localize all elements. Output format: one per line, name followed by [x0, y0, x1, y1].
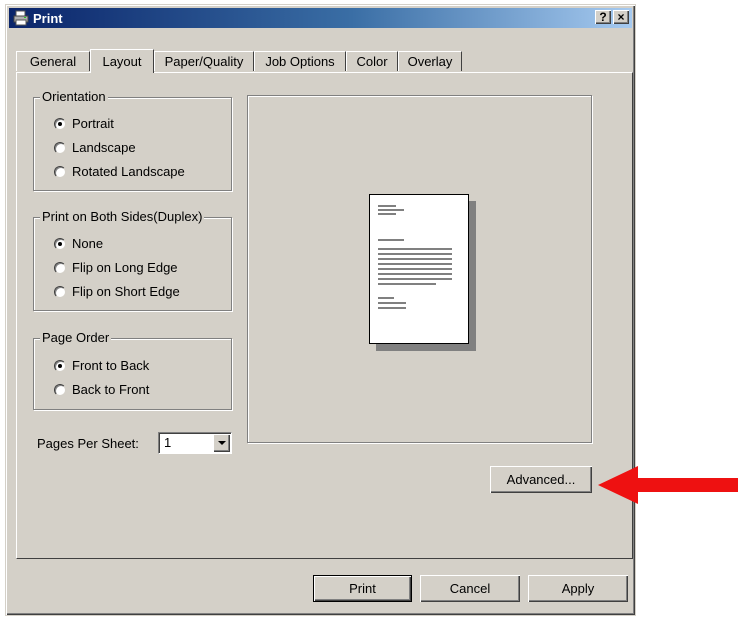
page-preview-icon [369, 194, 469, 344]
tab-job-options[interactable]: Job Options [254, 51, 346, 71]
orientation-legend: Orientation [40, 89, 108, 105]
radio-landscape[interactable]: Landscape [54, 138, 136, 158]
tab-paper-quality[interactable]: Paper/Quality [154, 51, 254, 71]
radio-button[interactable] [54, 166, 66, 178]
page-order-legend: Page Order [40, 330, 112, 346]
printer-icon [13, 10, 29, 26]
radio-label: Back to Front [72, 382, 150, 397]
red-arrow-icon [598, 466, 738, 504]
page-order-group: Page Order Front to Back Back to Front [33, 330, 232, 410]
radio-button-checked[interactable] [54, 360, 66, 372]
tab-overlay[interactable]: Overlay [398, 51, 462, 71]
radio-button[interactable] [54, 262, 66, 274]
help-button[interactable]: ? [595, 10, 611, 24]
print-button[interactable]: Print [313, 575, 412, 602]
radio-back-to-front[interactable]: Back to Front [54, 380, 149, 400]
radio-label: Portrait [72, 116, 114, 131]
title-bar[interactable]: Print ? × [9, 8, 632, 28]
radio-flip-long-edge[interactable]: Flip on Long Edge [54, 258, 178, 278]
tab-layout[interactable]: Layout [90, 49, 154, 73]
radio-front-to-back[interactable]: Front to Back [54, 356, 149, 376]
duplex-group: Print on Both Sides(Duplex) None Flip on… [33, 209, 232, 311]
radio-button[interactable] [54, 384, 66, 396]
radio-label: Flip on Long Edge [72, 260, 178, 275]
close-button[interactable]: × [613, 10, 629, 24]
radio-label: Front to Back [72, 358, 150, 373]
radio-label: Landscape [72, 140, 136, 155]
advanced-button[interactable]: Advanced... [490, 466, 592, 493]
radio-label: None [72, 236, 104, 251]
chevron-down-icon[interactable] [213, 434, 230, 452]
radio-rotated-landscape[interactable]: Rotated Landscape [54, 162, 185, 182]
radio-button[interactable] [54, 286, 66, 298]
cancel-button[interactable]: Cancel [420, 575, 520, 602]
radio-button[interactable] [54, 142, 66, 154]
radio-portrait[interactable]: Portrait [54, 114, 114, 134]
orientation-group: Orientation Portrait Landscape Rotated L… [33, 89, 232, 191]
pages-per-sheet-label: Pages Per Sheet: [37, 436, 139, 451]
radio-button-checked[interactable] [54, 118, 66, 130]
radio-label: Flip on Short Edge [72, 284, 180, 299]
apply-button[interactable]: Apply [528, 575, 628, 602]
radio-label: Rotated Landscape [72, 164, 185, 179]
pages-per-sheet-select[interactable]: 1 [158, 432, 232, 454]
pages-per-sheet-value: 1 [164, 435, 172, 450]
radio-flip-short-edge[interactable]: Flip on Short Edge [54, 282, 180, 302]
tab-color[interactable]: Color [346, 51, 398, 71]
duplex-legend: Print on Both Sides(Duplex) [40, 209, 205, 225]
radio-button-checked[interactable] [54, 238, 66, 250]
tab-general[interactable]: General [16, 51, 90, 71]
radio-none[interactable]: None [54, 234, 103, 254]
window-title: Print [33, 11, 63, 26]
